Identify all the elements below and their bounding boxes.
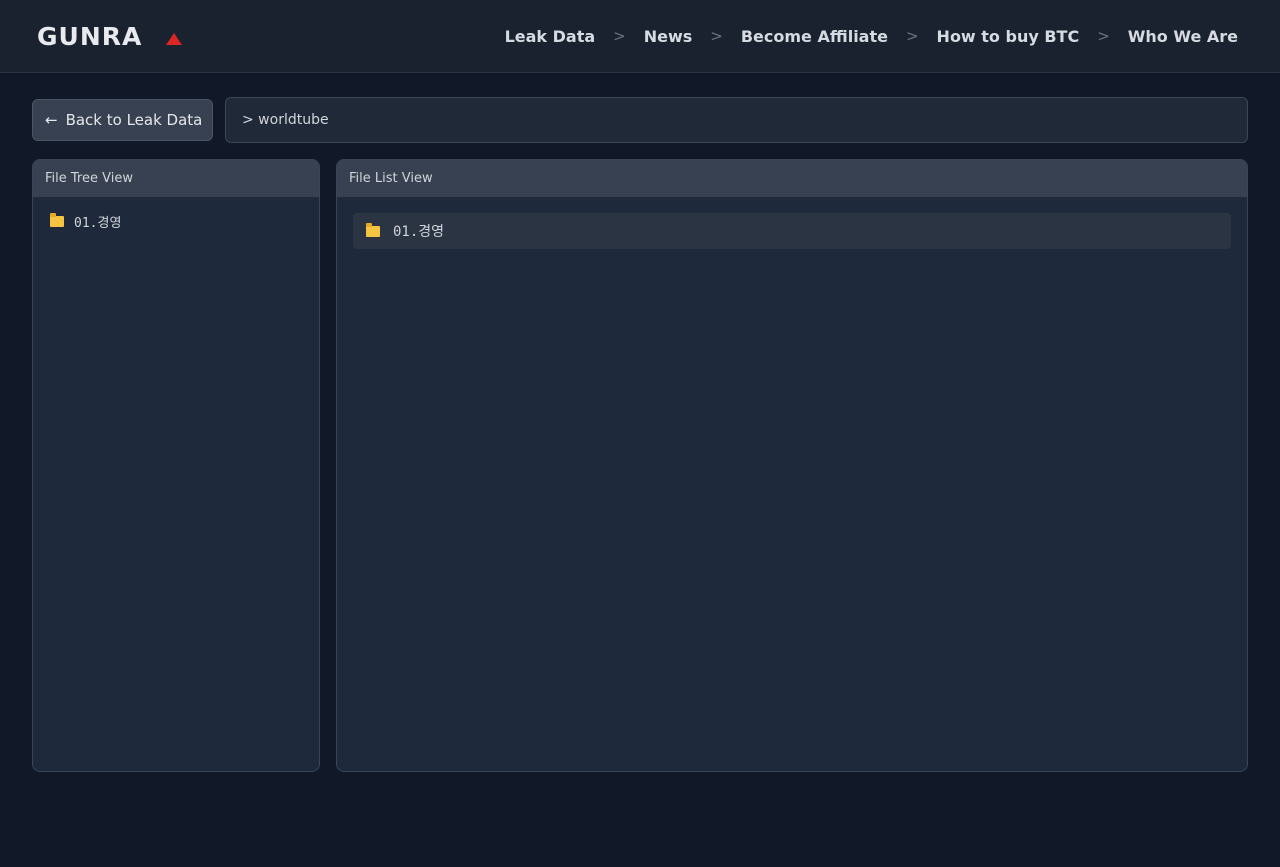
folder-icon: [50, 212, 64, 227]
nav-separator: >: [710, 27, 723, 45]
file-tree-panel: File Tree View 01.경영: [32, 159, 320, 772]
back-to-leak-data-button[interactable]: ← Back to Leak Data: [32, 99, 213, 141]
logo-text: GUNRA: [37, 24, 142, 48]
current-path-bar: > worldtube: [225, 97, 1248, 143]
back-button-label: Back to Leak Data: [65, 111, 203, 129]
nav-news[interactable]: News: [644, 27, 693, 46]
file-list-header: File List View: [337, 160, 1247, 197]
logo-wordmark: GUNRA: [37, 24, 182, 48]
tree-item-label: 01.경영: [74, 215, 122, 231]
nav-separator: >: [905, 27, 919, 45]
gunra-logo[interactable]: GUNRA: [37, 24, 187, 48]
nav-become-affiliate[interactable]: Become Affiliate: [741, 27, 888, 46]
file-tree-title: File Tree View: [45, 171, 133, 186]
nav-separator: >: [1097, 27, 1110, 45]
nav-leak-data[interactable]: Leak Data: [505, 27, 596, 46]
top-navigation-bar: GUNRA Leak Data > News > Become Affiliat…: [0, 0, 1280, 73]
file-tree-header: File Tree View: [33, 160, 319, 197]
list-item-folder[interactable]: 01.경영: [353, 213, 1231, 249]
file-list-panel: File List View 01.경영: [336, 159, 1248, 772]
folder-icon: [366, 222, 380, 237]
file-list-title: File List View: [349, 171, 433, 186]
logo-accent-triangle: [166, 33, 182, 45]
nav-how-to-buy-btc[interactable]: How to buy BTC: [937, 27, 1080, 46]
list-item-label: 01.경영: [393, 224, 445, 240]
nav-who-we-are[interactable]: Who We Are: [1128, 27, 1238, 46]
nav-separator: >: [613, 27, 626, 45]
tree-item-folder[interactable]: 01.경영: [50, 210, 319, 232]
main-nav: Leak Data > News > Become Affiliate > Ho…: [505, 27, 1238, 46]
back-arrow-icon: ←: [45, 111, 58, 129]
current-path-text: > worldtube: [242, 112, 329, 128]
